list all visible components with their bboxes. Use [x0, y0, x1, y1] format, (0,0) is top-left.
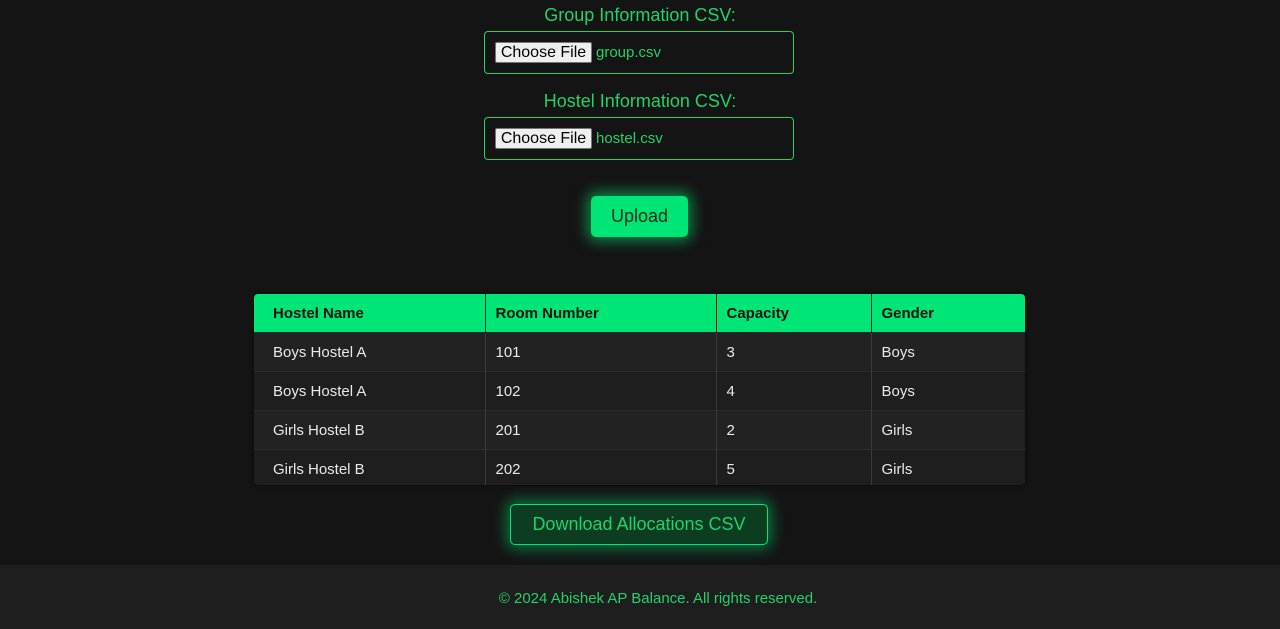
group-choose-file-button[interactable]: Choose File [495, 42, 592, 63]
download-allocations-button[interactable]: Download Allocations CSV [510, 504, 768, 545]
footer: © 2024 Abishek AP Balance. All rights re… [0, 565, 1280, 629]
hostel-csv-label: Hostel Information CSV: [543, 91, 737, 111]
group-file-name: group.csv [596, 44, 662, 61]
cell-room-number: 102 [485, 371, 717, 411]
cell-capacity: 2 [716, 410, 872, 450]
cell-gender: Girls [871, 449, 1025, 485]
cell-gender: Girls [871, 410, 1025, 450]
table-row: Girls Hostel B 202 5 Girls [254, 449, 1025, 485]
upload-button[interactable]: Upload [591, 196, 688, 237]
page: Group Information CSV: Choose File group… [0, 0, 1280, 629]
cell-hostel-name: Girls Hostel B [254, 449, 486, 485]
cell-capacity: 4 [716, 371, 872, 411]
hostel-file-name: hostel.csv [596, 130, 663, 147]
cell-gender: Boys [871, 371, 1025, 411]
table-header-row: Hostel Name Room Number Capacity Gender [254, 294, 1025, 333]
cell-capacity: 3 [716, 332, 872, 372]
cell-room-number: 201 [485, 410, 717, 450]
table-row: Boys Hostel A 102 4 Boys [254, 371, 1025, 411]
cell-gender: Boys [871, 332, 1025, 372]
group-csv-label: Group Information CSV: [544, 5, 736, 25]
table-row: Girls Hostel B 201 2 Girls [254, 410, 1025, 450]
header-gender: Gender [871, 294, 1025, 333]
header-hostel-name: Hostel Name [254, 294, 486, 333]
cell-capacity: 5 [716, 449, 872, 485]
cell-room-number: 101 [485, 332, 717, 372]
cell-hostel-name: Boys Hostel A [254, 332, 486, 372]
allocations-table: Hostel Name Room Number Capacity Gender … [254, 294, 1025, 485]
group-file-input[interactable]: Choose File group.csv [484, 31, 794, 74]
header-room-number: Room Number [485, 294, 717, 333]
cell-room-number: 202 [485, 449, 717, 485]
cell-hostel-name: Girls Hostel B [254, 410, 486, 450]
header-capacity: Capacity [716, 294, 872, 333]
hostel-choose-file-button[interactable]: Choose File [495, 128, 592, 149]
hostel-file-input[interactable]: Choose File hostel.csv [484, 117, 794, 160]
cell-hostel-name: Boys Hostel A [254, 371, 486, 411]
footer-copyright: © 2024 Abishek AP Balance. All rights re… [498, 590, 818, 607]
table-row: Boys Hostel A 101 3 Boys [254, 332, 1025, 372]
